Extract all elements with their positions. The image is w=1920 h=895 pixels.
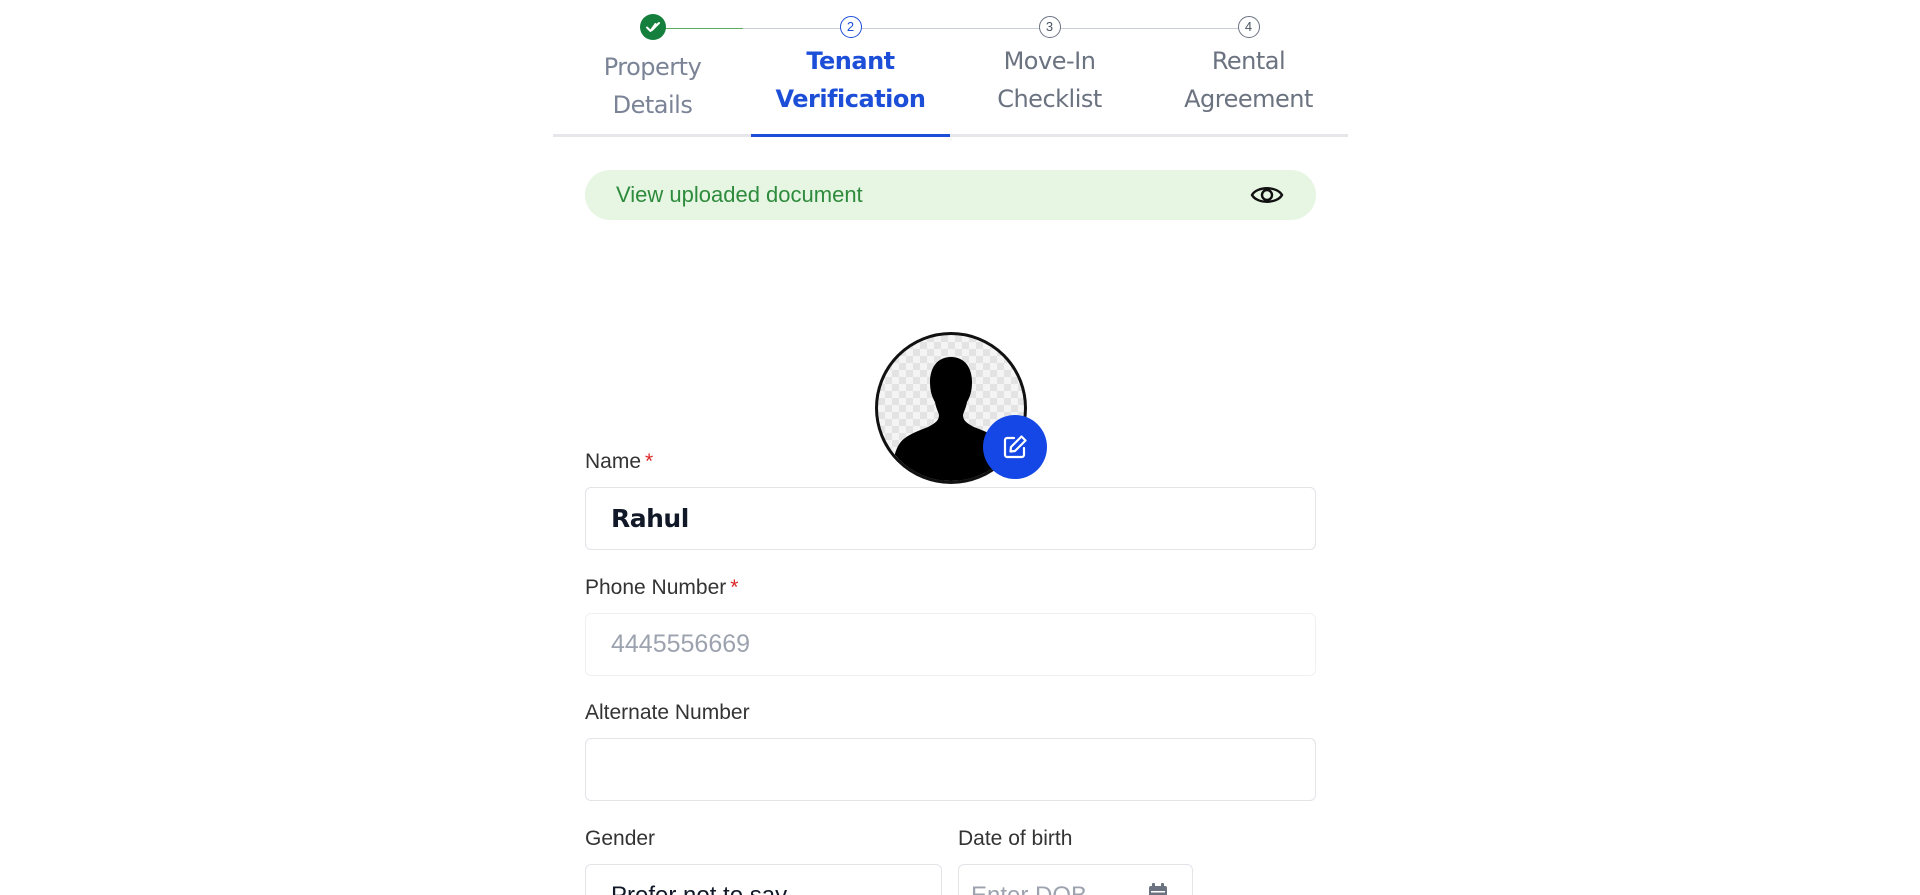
alternate-number-input[interactable]	[585, 738, 1316, 801]
phone-input[interactable]: 4445556669	[585, 613, 1316, 676]
step-label: Tenant Verification	[775, 47, 926, 113]
phone-field-group: Phone Number * 4445556669	[585, 575, 1316, 676]
gender-label: Gender	[585, 827, 656, 850]
alternate-number-label: Alternate Number	[585, 701, 750, 724]
step-move-in-checklist[interactable]: 3 Move-In Checklist	[950, 16, 1149, 118]
gender-field-group: Gender Prefer not to say	[585, 826, 942, 895]
dob-placeholder: Enter DOB	[971, 881, 1088, 895]
step-rental-agreement[interactable]: 4 Rental Agreement	[1149, 16, 1348, 118]
step-number: 2	[839, 16, 862, 38]
view-document-text: View uploaded document	[616, 182, 863, 207]
name-input[interactable]: Rahul	[585, 487, 1316, 550]
gender-value: Prefer not to say	[611, 881, 788, 895]
dob-field-group: Date of birth Enter DOB	[958, 826, 1193, 895]
active-step-indicator	[751, 134, 950, 137]
step-number: 4	[1237, 16, 1260, 38]
step-property-details[interactable]: Property Details	[553, 14, 752, 124]
dob-input[interactable]: Enter DOB	[958, 864, 1193, 895]
name-field-group: Name * Rahul	[585, 449, 1316, 550]
tenant-verification-page: Property Details 2 Tenant Verification 3…	[0, 0, 1920, 895]
calendar-icon[interactable]	[1146, 881, 1170, 895]
step-label: Rental Agreement	[1184, 47, 1313, 113]
progress-stepper: Property Details 2 Tenant Verification 3…	[553, 0, 1348, 139]
step-tenant-verification[interactable]: 2 Tenant Verification	[751, 16, 950, 118]
name-label: Name *	[585, 450, 654, 473]
eye-icon[interactable]	[1249, 181, 1285, 209]
phone-label: Phone Number *	[585, 576, 739, 599]
alternate-number-field-group: Alternate Number	[585, 700, 1316, 801]
step-label: Property Details	[603, 53, 702, 119]
check-icon	[639, 14, 666, 40]
stepper-baseline	[553, 134, 1348, 137]
step-label: Move-In Checklist	[997, 47, 1102, 113]
step-number: 3	[1038, 16, 1061, 38]
tenant-form: View uploaded document Name * Rahul Phon…	[585, 170, 1316, 895]
dob-label: Date of birth	[958, 827, 1073, 850]
view-document-banner[interactable]: View uploaded document	[585, 170, 1316, 220]
gender-select[interactable]: Prefer not to say	[585, 864, 942, 895]
